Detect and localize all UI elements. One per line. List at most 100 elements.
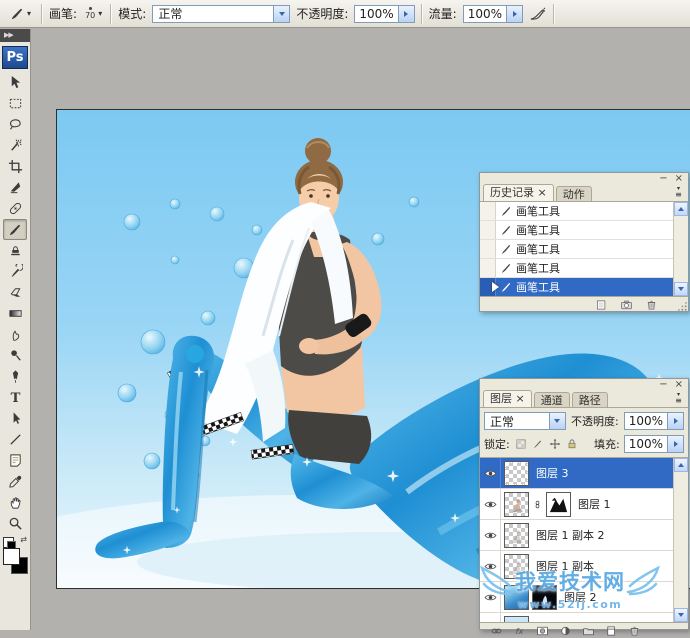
move-tool[interactable] <box>3 72 27 93</box>
layer-row[interactable]: 图层 3 <box>480 458 673 489</box>
layer-row[interactable]: 图层 2 <box>480 582 673 613</box>
history-source-well[interactable] <box>480 278 496 296</box>
marquee-tool[interactable] <box>3 93 27 114</box>
brush-tool[interactable] <box>3 219 27 240</box>
tool-preset-picker[interactable]: ▾ <box>6 4 35 23</box>
layer-visibility-toggle[interactable] <box>480 489 501 519</box>
brush-preset-picker[interactable]: 70 ▾ <box>83 7 104 20</box>
history-source-well[interactable] <box>480 221 496 239</box>
layer-thumbnail[interactable] <box>504 492 529 517</box>
history-source-well[interactable] <box>480 259 496 277</box>
history-item[interactable]: 画笔工具 <box>480 259 673 278</box>
panel-menu-icon[interactable]: ▾≡ <box>671 185 686 199</box>
eyedropper-tool[interactable] <box>3 471 27 492</box>
foreground-color-swatch[interactable] <box>3 548 20 565</box>
history-source-well[interactable] <box>480 202 496 220</box>
layers-tab[interactable]: 通道 <box>534 392 570 407</box>
trash-icon[interactable] <box>645 299 658 311</box>
notes-tool[interactable] <box>3 450 27 471</box>
layer-row[interactable]: 图层 1 副本 2 <box>480 520 673 551</box>
minimize-button[interactable]: − <box>659 174 667 183</box>
layer-visibility-toggle[interactable] <box>480 613 501 622</box>
history-item[interactable]: 画笔工具 <box>480 202 673 221</box>
default-colors-icon[interactable] <box>3 537 14 548</box>
history-brush-tool[interactable] <box>3 261 27 282</box>
collapse-arrows-icon[interactable]: ▶▶ <box>0 29 30 42</box>
swap-colors-icon[interactable]: ⇄ <box>20 535 27 544</box>
link-icon[interactable] <box>490 625 503 637</box>
lasso-tool[interactable] <box>3 114 27 135</box>
layer-fill-field[interactable]: 100% <box>624 435 684 453</box>
layer-row[interactable] <box>480 613 673 622</box>
history-tab[interactable]: 历史记录 × <box>483 184 554 201</box>
scroll-up-button[interactable] <box>674 458 688 472</box>
new-document-icon[interactable] <box>595 299 608 311</box>
layer-visibility-toggle[interactable] <box>480 520 501 550</box>
history-item[interactable]: 画笔工具 <box>480 278 673 296</box>
flow-field[interactable]: 100% <box>463 5 523 23</box>
history-source-well[interactable] <box>480 240 496 258</box>
close-button[interactable]: × <box>675 380 683 389</box>
layer-mask-thumbnail[interactable] <box>546 492 571 517</box>
layer-thumbnail[interactable] <box>504 523 529 548</box>
layer-visibility-toggle[interactable] <box>480 458 501 488</box>
trash-icon[interactable] <box>628 625 641 637</box>
history-tab[interactable]: 动作 <box>556 186 592 201</box>
lock-move-icon[interactable] <box>548 437 562 451</box>
line-tool[interactable] <box>3 429 27 450</box>
layer-thumbnail[interactable] <box>504 554 529 579</box>
slice-tool[interactable] <box>3 177 27 198</box>
new-snapshot-icon[interactable] <box>620 299 633 311</box>
layers-tab[interactable]: 图层 × <box>483 390 532 407</box>
mask-link-icon[interactable] <box>532 497 543 512</box>
opacity-field[interactable]: 100% <box>354 5 414 23</box>
dodge-tool[interactable] <box>3 345 27 366</box>
layer-thumbnail[interactable] <box>504 461 529 486</box>
select-arrow-button[interactable] <box>273 6 289 22</box>
layers-tab[interactable]: 路径 <box>572 392 608 407</box>
crop-tool[interactable] <box>3 156 27 177</box>
layer-row[interactable]: 图层 1 <box>480 489 673 520</box>
fx-icon[interactable]: fx <box>513 625 526 637</box>
minimize-button[interactable]: − <box>659 380 667 389</box>
layer-blend-mode-select[interactable]: 正常 <box>484 412 566 430</box>
history-item[interactable]: 画笔工具 <box>480 221 673 240</box>
scrollbar[interactable] <box>673 458 688 622</box>
layer-visibility-toggle[interactable] <box>480 582 501 612</box>
slider-arrow-button[interactable] <box>506 6 522 22</box>
smudge-tool[interactable] <box>3 324 27 345</box>
type-tool[interactable]: T <box>3 387 27 408</box>
resize-grip[interactable] <box>677 301 687 311</box>
layer-thumbnail[interactable] <box>504 585 529 610</box>
new-layer-icon[interactable] <box>605 625 618 637</box>
adjustment-icon[interactable] <box>559 625 572 637</box>
select-arrow-button[interactable] <box>549 413 565 429</box>
slider-arrow-button[interactable] <box>667 436 683 452</box>
layer-mask-icon[interactable] <box>536 625 549 637</box>
hand-tool[interactable] <box>3 492 27 513</box>
blend-mode-select[interactable]: 正常 <box>152 5 290 23</box>
lock-transparent-icon[interactable] <box>514 437 528 451</box>
scrollbar[interactable] <box>673 202 688 296</box>
lock-all-icon[interactable] <box>565 437 579 451</box>
layer-row[interactable]: 图层 1 副本 <box>480 551 673 582</box>
layer-thumbnail[interactable] <box>504 616 529 623</box>
eraser-tool[interactable] <box>3 282 27 303</box>
pen-tool[interactable] <box>3 366 27 387</box>
airbrush-icon[interactable] <box>529 6 547 22</box>
history-item[interactable]: 画笔工具 <box>480 240 673 259</box>
slider-arrow-button[interactable] <box>667 413 683 429</box>
group-icon[interactable] <box>582 625 595 637</box>
layer-opacity-field[interactable]: 100% <box>624 412 684 430</box>
healing-brush-tool[interactable] <box>3 198 27 219</box>
clone-stamp-tool[interactable] <box>3 240 27 261</box>
zoom-tool[interactable] <box>3 513 27 534</box>
slider-arrow-button[interactable] <box>398 6 414 22</box>
layer-mask-thumbnail[interactable] <box>532 585 557 610</box>
gradient-tool[interactable] <box>3 303 27 324</box>
path-selection-tool[interactable] <box>3 408 27 429</box>
magic-wand-tool[interactable] <box>3 135 27 156</box>
lock-paint-icon[interactable] <box>531 437 545 451</box>
layer-visibility-toggle[interactable] <box>480 551 501 581</box>
scroll-up-button[interactable] <box>674 202 688 216</box>
